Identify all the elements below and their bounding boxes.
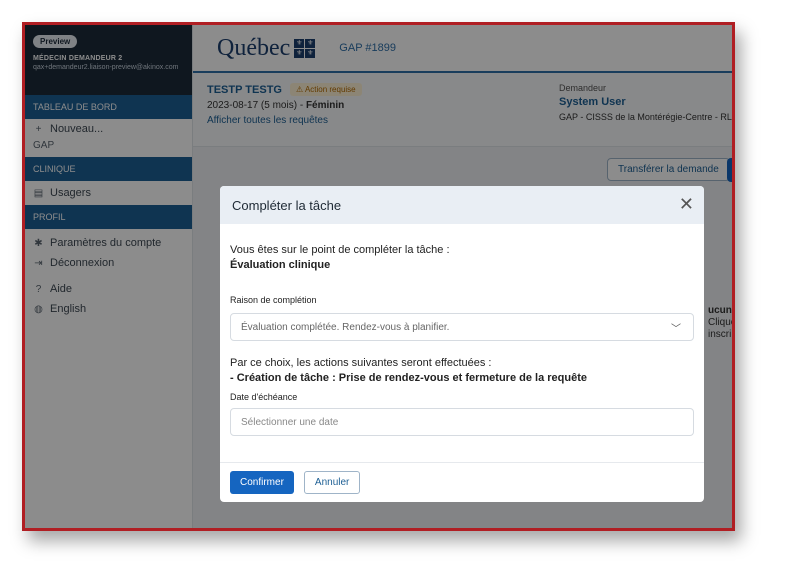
cancel-button[interactable]: Annuler <box>303 471 361 494</box>
confirm-button[interactable]: Confirmer <box>230 471 294 494</box>
action-line: - Création de tâche : Prise de rendez-vo… <box>230 372 587 384</box>
reason-label: Raison de complétion <box>230 295 317 305</box>
close-icon[interactable]: ✕ <box>679 194 694 214</box>
dialog-footer: Confirmer Annuler <box>220 462 704 502</box>
reason-value: Évaluation complétée. Rendez-vous à plan… <box>241 321 450 333</box>
reason-select[interactable]: Évaluation complétée. Rendez-vous à plan… <box>230 313 694 341</box>
dialog-body: Vous êtes sur le point de compléter la t… <box>220 224 704 436</box>
task-name: Évaluation clinique <box>230 259 331 271</box>
due-date-input[interactable]: Sélectionner une date <box>230 408 694 436</box>
complete-task-dialog: Compléter la tâche ✕ Vous êtes sur le po… <box>220 186 704 502</box>
dialog-title: Compléter la tâche <box>232 197 342 213</box>
app-window: Preview MÉDECIN DEMANDEUR 2 qax+demandeu… <box>22 22 735 531</box>
chevron-down-icon: ﹀ <box>671 324 681 335</box>
due-date-label: Date d'échéance <box>230 392 298 402</box>
consequence-text: Par ce choix, les actions suivantes sero… <box>230 357 492 369</box>
dialog-header: Compléter la tâche ✕ <box>220 186 704 224</box>
due-date-placeholder: Sélectionner une date <box>241 416 339 428</box>
intro-text: Vous êtes sur le point de compléter la t… <box>230 244 450 256</box>
